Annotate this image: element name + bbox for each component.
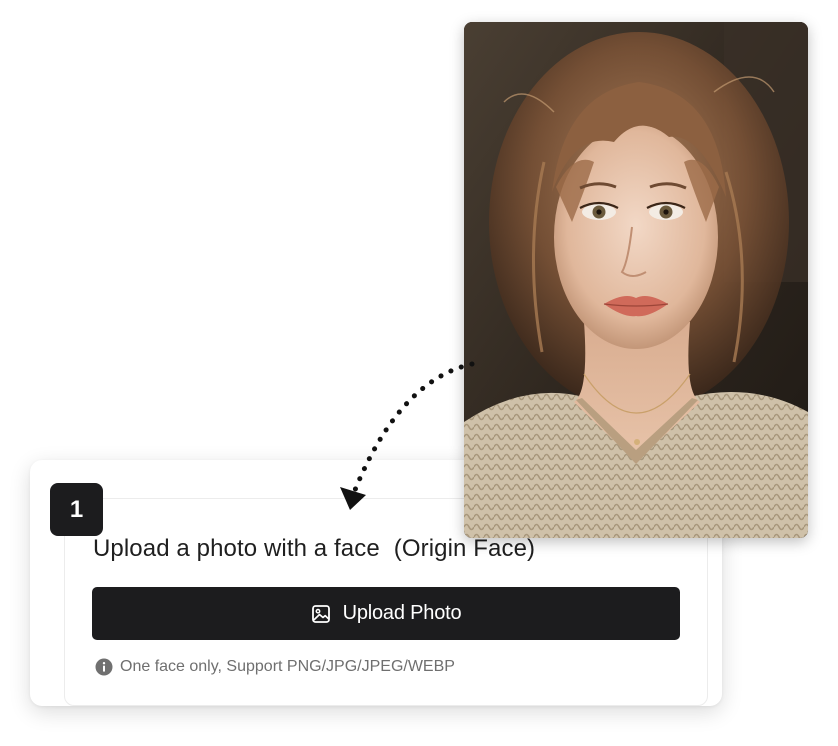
upload-hint-text: One face only, Support PNG/JPG/JPEG/WEBP	[120, 658, 455, 675]
step-badge: 1	[50, 483, 103, 536]
upload-hint: One face only, Support PNG/JPG/JPEG/WEBP	[95, 658, 455, 676]
image-icon	[311, 604, 331, 624]
upload-photo-label: Upload Photo	[342, 602, 462, 624]
upload-title-text: Upload a photo with a face	[93, 535, 380, 562]
upload-title-note: (Origin Face)	[393, 535, 536, 562]
stage: 1 Upload a photo with a face (Origin Face…	[0, 0, 838, 746]
upload-title: Upload a photo with a face (Origin Face)	[93, 535, 535, 563]
info-icon	[95, 658, 113, 676]
upload-photo-button[interactable]: Upload Photo	[92, 587, 680, 640]
face-photo	[464, 22, 808, 538]
